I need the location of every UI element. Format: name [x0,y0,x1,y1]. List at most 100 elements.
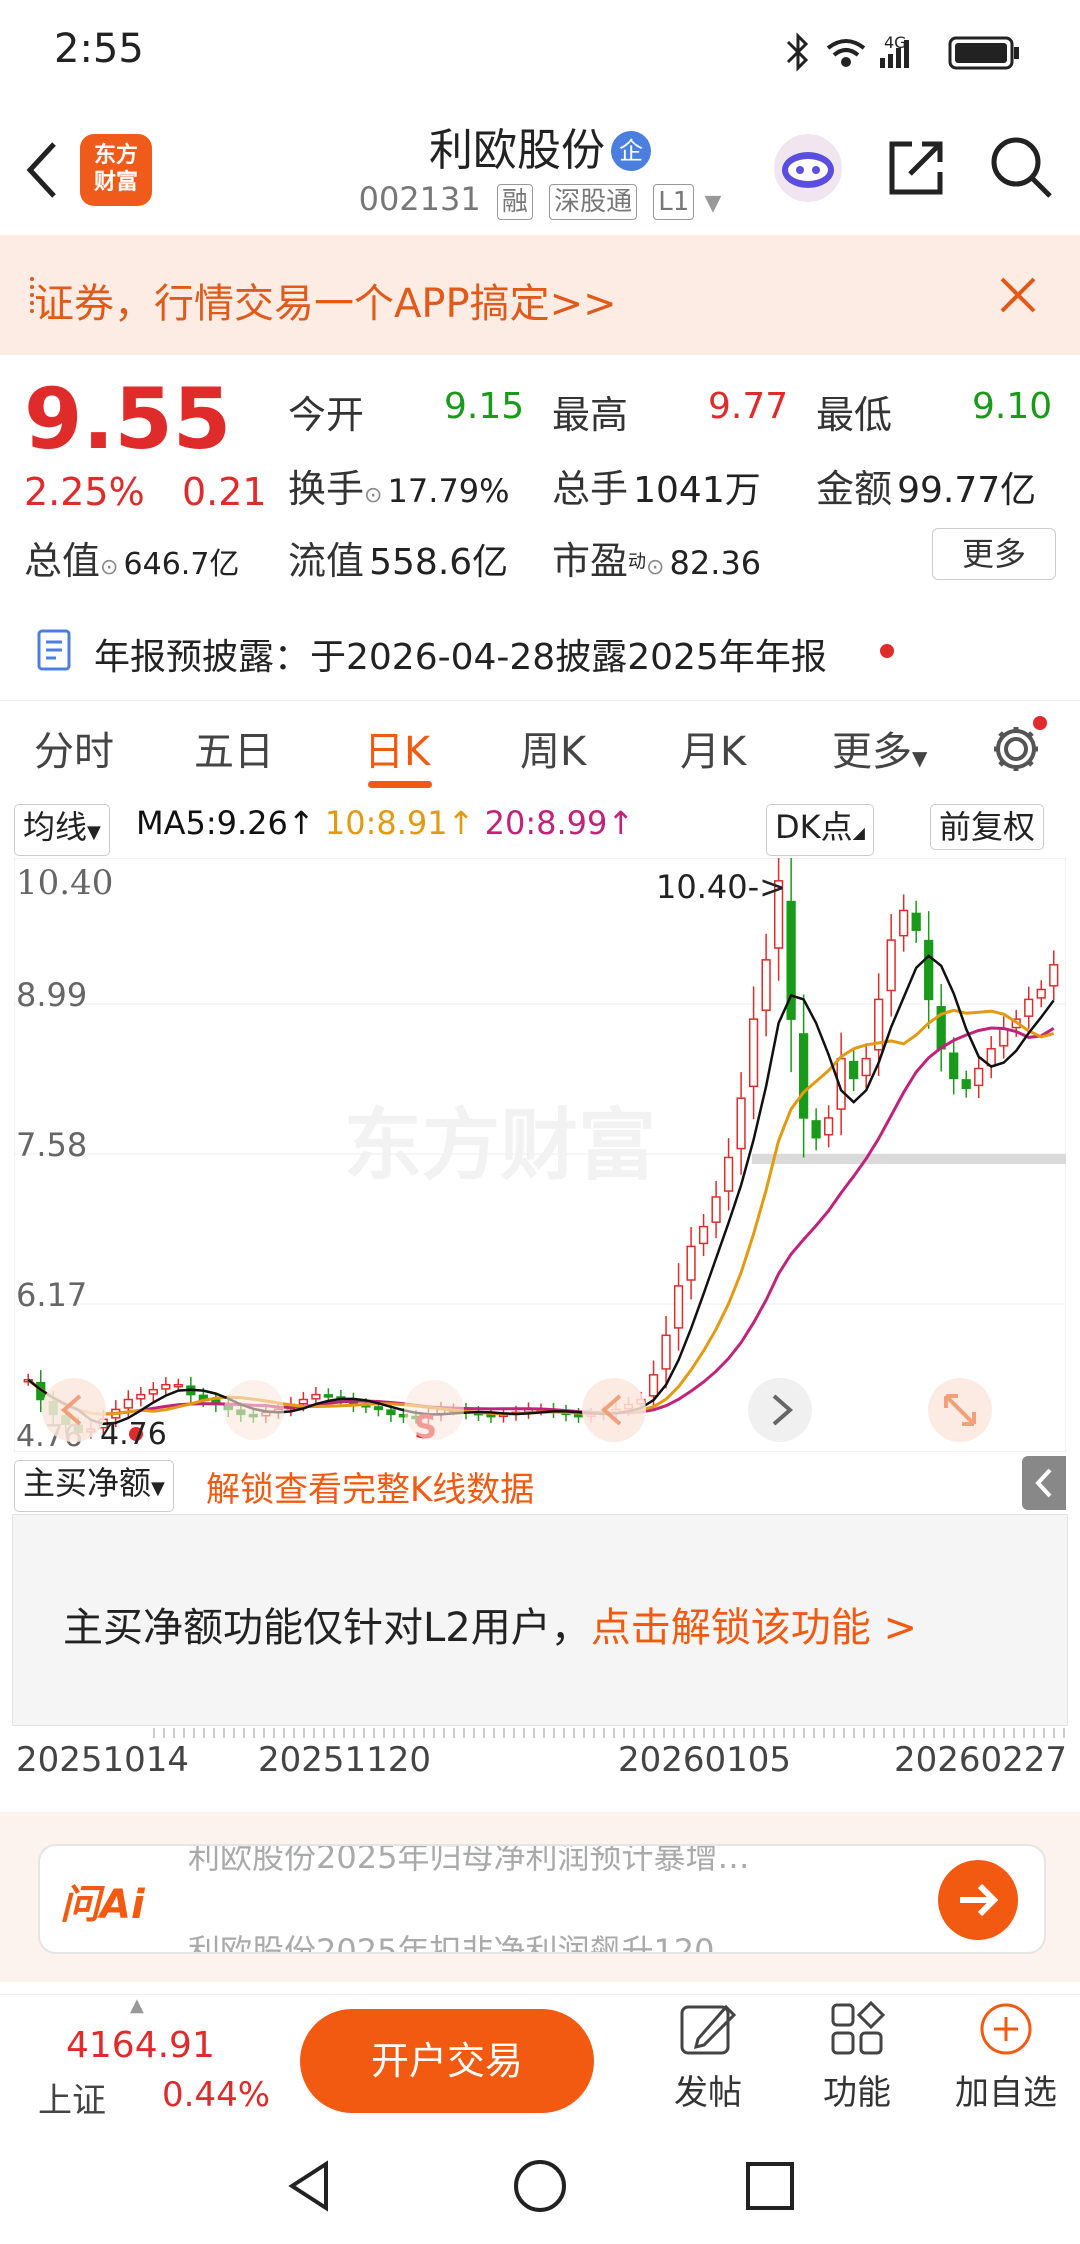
volume-label: 总手 [552,467,629,511]
l2-unlock-link[interactable]: 点击解锁该功能 > [591,1605,917,1651]
function-button[interactable]: 功能 [812,1999,902,2125]
ma-select-label: 均线 [23,808,88,846]
arrow-right-icon[interactable] [936,1858,1020,1942]
turnover-label: 换手 [288,467,365,511]
chevron-left-icon [1035,1468,1052,1498]
ma10-value: 10:8.91 [324,804,448,842]
chart-prev-icon [582,1378,646,1442]
close-icon[interactable] [998,275,1038,315]
chevron-down-icon: ▼ [704,191,722,216]
candle-body [386,1409,396,1416]
post-button[interactable]: 发帖 [666,1999,750,2125]
candle-body [798,1033,809,1119]
function-label: 功能 [823,2073,891,2113]
edit-pencil-icon [680,2004,737,2055]
chevron-down-icon: ▼ [151,1478,165,1499]
ai-news-line: 利欧股份2025年扣非净利润飙升120… [188,1932,747,1952]
volume: 总手 1041万 [552,458,761,513]
indicator-select-label: 主买净额 [23,1464,152,1502]
network-label: 4G [884,33,907,52]
candle-body [924,939,934,1001]
add-watchlist-button[interactable]: 加自选 [948,1999,1064,2125]
info-icon[interactable]: ⊙ [646,555,664,580]
open-account-trade-button[interactable]: 开户交易 [300,2009,594,2113]
status-bar: 2:55 4G [0,0,1080,100]
candle-body [698,1225,709,1245]
tab-monthly-k[interactable]: 月K [680,719,746,777]
nav-back-icon[interactable] [282,2158,338,2214]
expand-up-icon[interactable]: ▲ [130,1995,144,2016]
pe-value: 82.36 [669,544,762,582]
candle-body [911,912,921,931]
candle-body [961,1079,971,1090]
settings-gear-icon[interactable] [988,715,1050,777]
candle-body [723,1156,734,1192]
add-watchlist-label: 加自选 [955,2073,1057,2113]
more-button[interactable]: 更多 [932,528,1056,580]
candle-body [148,1388,158,1395]
chart-next-icon [748,1378,812,1442]
nav-recents-icon[interactable] [742,2158,798,2214]
float-cap-label: 流值 [288,539,365,583]
banner-text: 证券，行情交易一个APP搞定>> [34,281,617,327]
collapse-panel-button[interactable] [1022,1456,1066,1510]
candle-body [824,1117,834,1136]
ma20-value: 20:8.99 [484,804,608,842]
candle-body [748,1018,759,1088]
kline-chart[interactable]: 东方财富 10.40 8.99 7.58 6.17 4.76 10.40-> 4… [14,858,1066,1452]
info-icon[interactable]: ⊙ [364,483,382,508]
adjust-select[interactable]: 前复权 [930,804,1045,850]
float-cap-value: 558.6亿 [369,542,509,583]
candle-body [173,1383,183,1388]
candle-body [1024,998,1034,1017]
current-price: 9.55 [24,370,232,468]
turnover: 换手⊙ 17.79% [288,458,510,513]
chart-left-arrow-icon [42,1378,106,1442]
x-axis-label: 20260105 [618,1740,792,1780]
ai-news-bar[interactable]: 问Ai 利欧股份2025年归母净利润预计暴增… 利欧股份2025年扣非净利润飙升… [38,1844,1046,1954]
open-label: 今开 [288,393,365,437]
index-value[interactable]: 4164.91 [66,2025,215,2066]
candle-body [811,1120,821,1139]
tab-more[interactable]: 更多▼ [832,719,927,777]
post-label: 发帖 [674,2073,742,2113]
nav-home-icon[interactable] [510,2156,570,2216]
tag-connect: 深股通 [549,184,638,220]
robot-avatar-icon[interactable] [770,130,846,206]
candle-body [1036,988,1046,999]
earnings-notice[interactable]: 年报预披露：于2026-04-28披露2025年年报 [0,610,1080,690]
tab-weekly-k[interactable]: 周K [520,719,586,777]
period-tabs: 分时 五日 日K 周K 月K 更多▼ [0,700,1080,791]
promo-banner[interactable]: 证券，行情交易一个APP搞定>> [0,235,1080,355]
indicator-select[interactable]: 主买净额▼ [14,1460,174,1512]
x-axis-ticks [153,1728,1065,1738]
low-value: 9.10 [972,386,1053,427]
document-icon [37,629,71,671]
candle-body [673,1285,684,1329]
pe-ratio: 市盈动⊙ 82.36 [552,530,761,585]
candle-body [136,1393,146,1400]
tag-level: L1 [653,184,695,220]
amount: 金额 99.77亿 [816,458,1036,513]
volume-value: 1041万 [633,470,761,511]
unlock-link[interactable]: 解锁查看完整K线数据 [206,1462,534,1511]
y-tick-label: 10.40 [16,863,113,903]
tab-daily-k[interactable]: 日K [364,719,430,777]
tab-five-day[interactable]: 五日 [194,719,274,777]
candle-body [974,1067,984,1087]
candle-body [1049,964,1059,987]
dk-point-select[interactable]: DK点◢ [766,804,874,856]
search-icon[interactable] [988,134,1054,200]
tab-intraday[interactable]: 分时 [34,719,114,777]
wifi-icon [826,39,866,67]
ma-select[interactable]: 均线▼ [14,804,110,856]
share-icon[interactable] [884,136,948,200]
turnover-value: 17.79% [387,472,510,510]
indicator-panel: 主买净额功能仅针对L2用户，点击解锁该功能 > [12,1514,1068,1726]
market-cap: 总值⊙ 646.7亿 [24,530,239,585]
info-icon[interactable]: ⊙ [100,555,118,580]
zoom-out-icon [224,1380,284,1440]
max-price-marker: 10.40-> [656,868,786,906]
system-nav-bar [0,2130,1080,2244]
candle-body [761,959,771,1012]
